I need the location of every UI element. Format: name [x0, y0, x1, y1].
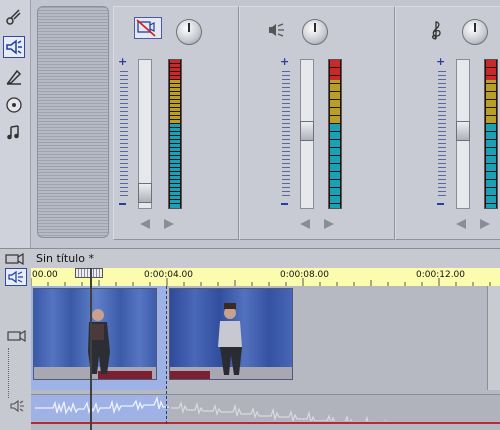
ruler-label: 0:00:08.00 [280, 270, 330, 280]
pan-left-arrow[interactable] [456, 219, 466, 229]
scissors-icon[interactable] [3, 6, 25, 28]
vu-meter [328, 59, 342, 209]
plus-icon: + [280, 55, 290, 68]
audio-mixer: + + + [31, 0, 500, 248]
minus-icon [437, 203, 444, 205]
ruler-label: 0:00:04.00 [144, 270, 194, 280]
timeline-header: Sin título * [0, 248, 500, 269]
fader-knob[interactable] [456, 121, 470, 141]
level-scale [282, 71, 290, 199]
channel-narration: + [239, 6, 395, 240]
pan-right-arrow[interactable] [480, 219, 490, 229]
video-track-camera-icon[interactable] [6, 328, 28, 344]
channel-video-audio: + [113, 6, 239, 240]
video-clip[interactable] [169, 288, 293, 380]
camera-icon[interactable] [4, 251, 26, 267]
level-scale [438, 71, 446, 199]
playhead-line[interactable] [90, 268, 92, 430]
track-right-edge [487, 286, 500, 390]
pan-left-arrow[interactable] [140, 219, 150, 229]
level-scale [120, 71, 128, 199]
minus-icon [119, 203, 126, 205]
audio-track[interactable] [31, 394, 500, 430]
vu-meter [484, 59, 498, 209]
track-end-line [31, 422, 500, 424]
editor-toolbar [0, 0, 31, 248]
volume-dial[interactable] [302, 19, 328, 45]
project-title: Sin título * [36, 252, 94, 265]
title-pen-icon[interactable] [3, 66, 25, 88]
fader-knob[interactable] [138, 183, 152, 203]
plus-icon: + [436, 55, 446, 68]
fader-knob[interactable] [300, 121, 314, 141]
video-audio-icon[interactable] [134, 17, 162, 39]
track-divider [8, 348, 10, 398]
vu-meter [168, 59, 182, 209]
plus-icon: + [118, 55, 128, 68]
pan-right-arrow[interactable] [164, 219, 174, 229]
minus-icon [281, 203, 288, 205]
pan-right-arrow[interactable] [324, 219, 334, 229]
timeline-ruler[interactable]: 00.00 0:00:04.00 0:00:08.00 0:00:12.00 [31, 268, 500, 287]
pan-left-arrow[interactable] [300, 219, 310, 229]
clip-boundary-marker [166, 286, 168, 424]
scrubber-handle[interactable] [75, 268, 103, 278]
narration-icon[interactable] [266, 21, 288, 39]
audio-track-speaker-icon[interactable] [8, 398, 28, 413]
track-headers [0, 268, 32, 430]
timeline-tracks [31, 268, 500, 430]
speaker-grille [37, 6, 109, 238]
speaker-icon[interactable] [3, 36, 25, 58]
music-note-icon[interactable] [3, 122, 25, 144]
audio-track-toggle-icon[interactable] [5, 268, 27, 286]
ruler-label: 0:00:12.00 [416, 270, 466, 280]
volume-dial[interactable] [462, 19, 488, 45]
ruler-label: 00.00 [32, 270, 58, 280]
channel-music: + [395, 6, 500, 240]
video-clip[interactable] [33, 288, 157, 380]
music-clef-icon[interactable] [428, 19, 444, 41]
disc-icon[interactable] [3, 94, 25, 116]
volume-dial[interactable] [176, 19, 202, 45]
